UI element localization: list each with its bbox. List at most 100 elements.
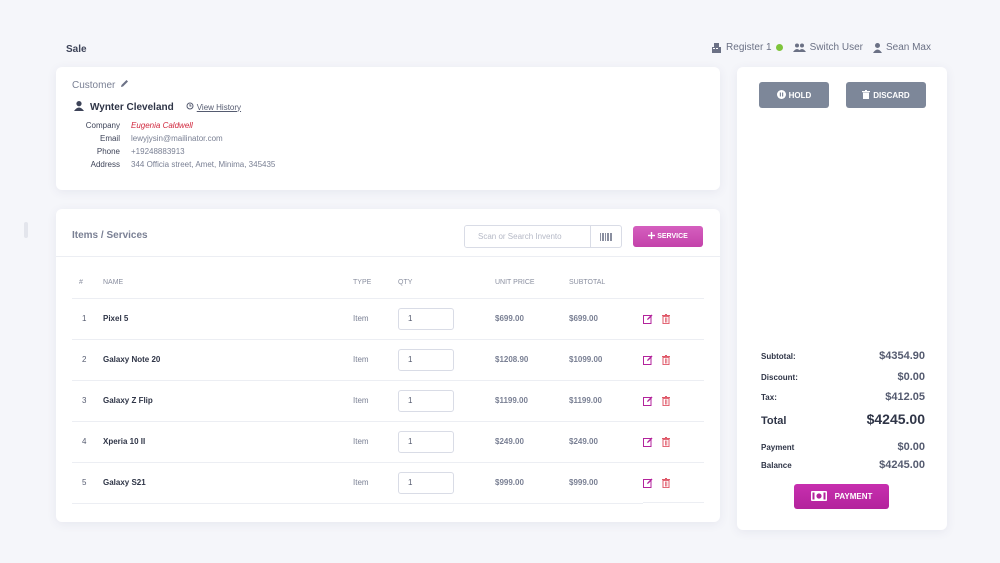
qty-input[interactable]: 1: [398, 430, 454, 453]
delete-icon[interactable]: [662, 355, 670, 365]
total-label: Total: [761, 415, 787, 427]
edit-icon[interactable]: [643, 314, 653, 324]
column-header-qty: QTY: [398, 279, 413, 286]
payment-label: PAYMENT: [834, 492, 873, 501]
column-header-unit-price: UNIT PRICE: [495, 279, 535, 286]
balance-row: Balance $4245.00: [761, 459, 925, 471]
table-row: 5 Galaxy S21 Item 1 $999.00 $999.00: [72, 461, 704, 504]
detail-value: 344 Officia street, Amet, Minima, 345435: [131, 160, 276, 169]
switch-user-button[interactable]: Switch User: [792, 42, 863, 53]
table-row: 1 Pixel 5 Item 1 $699.00 $699.00: [72, 297, 704, 339]
qty-cell: 1: [398, 338, 495, 380]
view-history-label: View History: [196, 102, 242, 112]
qty-input[interactable]: 1: [398, 389, 454, 412]
qty-input[interactable]: 1: [398, 348, 454, 371]
online-status-dot: [775, 44, 783, 51]
qty-input[interactable]: 1: [398, 471, 454, 494]
detail-value: Eugenia Caldwell: [131, 121, 193, 130]
delete-icon[interactable]: [662, 437, 670, 447]
payment-button[interactable]: PAYMENT: [794, 484, 889, 509]
items-card: Items / Services SERVICE # NAME TYPE QTY…: [56, 209, 720, 522]
discard-button[interactable]: DISCARD: [846, 82, 926, 108]
subtotal: $999.00: [569, 461, 643, 504]
edit-icon[interactable]: [643, 355, 653, 365]
delete-icon[interactable]: [662, 396, 670, 406]
payment-row: Payment $0.00: [761, 441, 925, 453]
history-icon: [186, 102, 194, 112]
detail-key: Email: [99, 134, 120, 143]
edit-icon[interactable]: [643, 437, 653, 447]
current-user-menu[interactable]: Sean Max: [872, 42, 931, 53]
subtotal-row: Subtotal: $4354.90: [761, 350, 925, 362]
user-name: Sean Max: [885, 42, 931, 53]
item-type: Item: [353, 338, 398, 380]
subtotal: $249.00: [569, 420, 643, 462]
payment-value: $0.00: [897, 441, 925, 453]
add-service-button[interactable]: SERVICE: [633, 226, 703, 247]
plus-icon: [648, 232, 656, 241]
users-icon: [792, 43, 806, 52]
add-service-label: SERVICE: [657, 233, 688, 240]
detail-value: +19248883913: [131, 147, 185, 156]
view-history-link[interactable]: View History: [186, 102, 241, 112]
balance-value: $4245.00: [879, 459, 925, 471]
money-icon: [810, 490, 827, 503]
edit-icon[interactable]: [643, 478, 653, 488]
order-summary-card: HOLD DISCARD Subtotal: $4354.90 Discount…: [737, 67, 947, 530]
detail-email: Email lewyjysin@mailinator.com: [76, 132, 275, 145]
barcode-scan-button[interactable]: [590, 226, 621, 247]
inventory-search-input[interactable]: [465, 226, 590, 247]
discount-row: Discount: $0.00: [761, 371, 925, 383]
payment-label: Payment: [761, 443, 795, 452]
column-header-name: NAME: [103, 279, 124, 286]
row-number: 3: [72, 379, 103, 421]
row-actions: [643, 462, 704, 503]
table-row: 4 Xperia 10 II Item 1 $249.00 $249.00: [72, 420, 704, 462]
unit-price: $1208.90: [495, 338, 569, 380]
unit-price: $1199.00: [495, 379, 569, 421]
row-actions: [643, 339, 704, 380]
unit-price: $999.00: [495, 461, 569, 504]
row-number: 2: [72, 338, 103, 380]
qty-cell: 1: [398, 297, 495, 339]
detail-company: Company Eugenia Caldwell: [76, 119, 275, 132]
inventory-search: [464, 225, 622, 248]
tax-value: $412.05: [885, 391, 925, 403]
table-header: # NAME TYPE QTY UNIT PRICE SUBTOTAL: [72, 277, 704, 298]
divider: [56, 256, 720, 257]
column-header-type: TYPE: [353, 279, 372, 286]
item-type: Item: [353, 297, 398, 339]
register-indicator[interactable]: Register 1: [711, 42, 783, 53]
discount-value: $0.00: [897, 371, 925, 383]
tax-label: Tax:: [761, 393, 777, 402]
subtotal: $1099.00: [569, 338, 643, 380]
qty-input[interactable]: 1: [398, 307, 454, 330]
hold-button[interactable]: HOLD: [759, 82, 829, 108]
item-type: Item: [353, 420, 398, 462]
row-number: 1: [72, 297, 103, 339]
table-row: 2 Galaxy Note 20 Item 1 $1208.90 $1099.0…: [72, 338, 704, 380]
row-actions: [643, 380, 704, 421]
detail-key: Company: [85, 121, 120, 130]
qty-cell: 1: [398, 379, 495, 421]
topbar: Register 1 Switch User Sean Max: [711, 42, 931, 53]
item-name: Galaxy Z Flip: [103, 379, 353, 421]
switch-user-label: Switch User: [809, 42, 863, 53]
customer-card: Customer Wynter Cleveland View History C…: [56, 67, 720, 190]
delete-icon[interactable]: [662, 477, 670, 488]
barcode-icon: [600, 228, 612, 246]
item-name: Xperia 10 II: [103, 420, 353, 462]
customer-details: Company Eugenia Caldwell Email lewyjysin…: [76, 119, 276, 171]
tax-row: Tax: $412.05: [761, 391, 925, 403]
column-header-subtotal: SUBTOTAL: [569, 279, 606, 286]
row-actions: [643, 421, 704, 462]
total-row: Total $4245.00: [761, 411, 925, 427]
row-actions: [643, 298, 704, 339]
delete-icon[interactable]: [662, 314, 670, 324]
column-header-actions: [643, 277, 704, 298]
edit-customer-icon[interactable]: [120, 79, 129, 91]
total-value: $4245.00: [866, 411, 925, 427]
subtotal-label: Subtotal:: [761, 352, 796, 361]
qty-cell: 1: [398, 420, 495, 462]
edit-icon[interactable]: [643, 396, 653, 406]
